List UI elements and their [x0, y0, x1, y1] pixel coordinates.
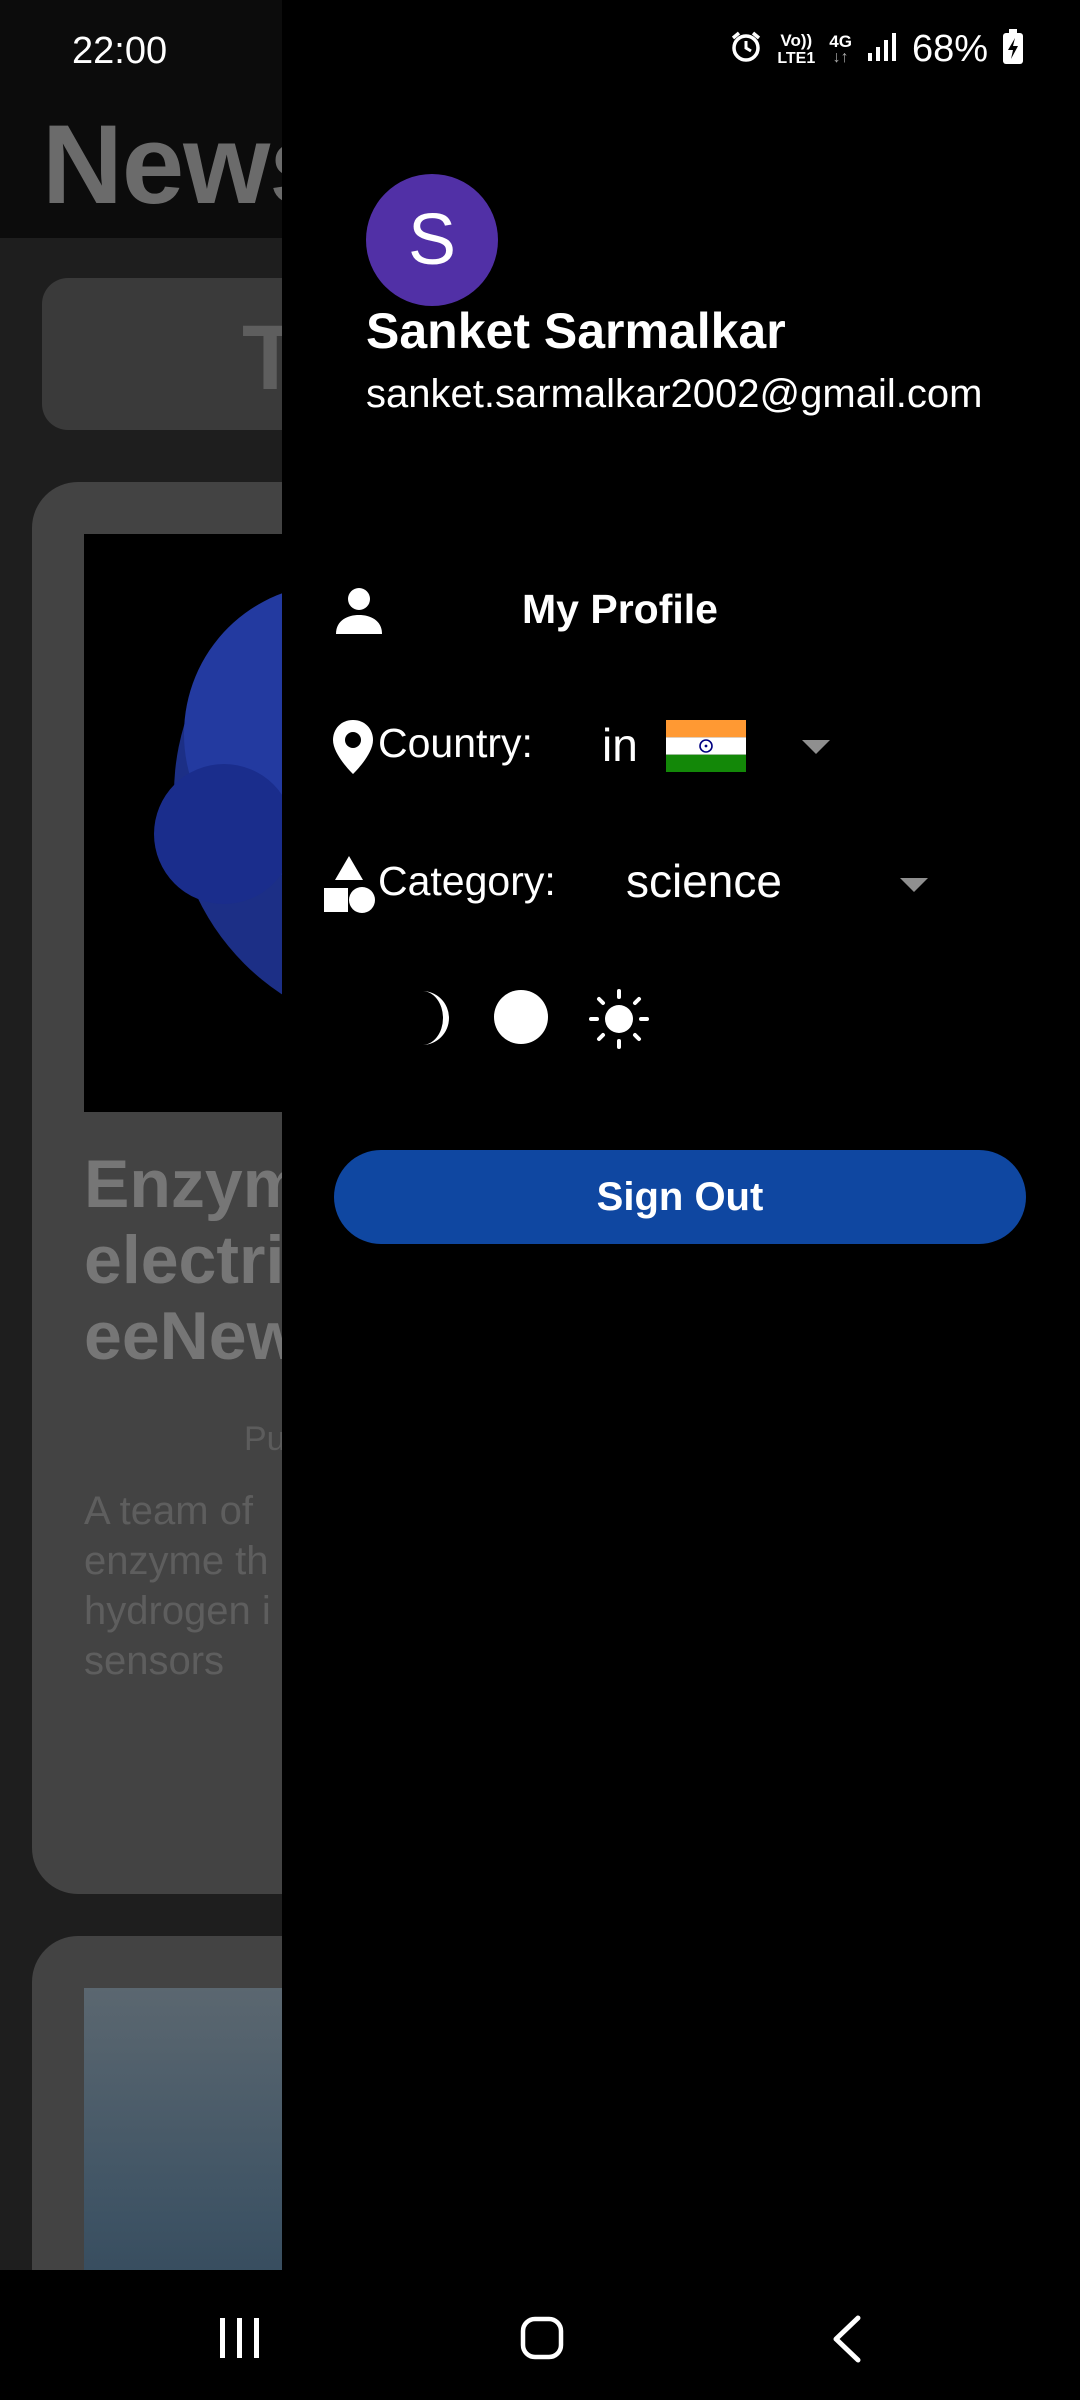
back-icon[interactable]	[828, 2314, 864, 2364]
user-email: sanket.sarmalkar2002@gmail.com	[366, 372, 983, 416]
chevron-down-icon[interactable]	[802, 740, 830, 754]
sign-out-button[interactable]: Sign Out	[334, 1150, 1026, 1244]
category-dropdown[interactable]: science	[626, 854, 782, 908]
network-type-icon: 4G ↓↑	[829, 31, 852, 66]
user-name: Sanket Sarmalkar	[366, 303, 786, 359]
alarm-icon	[729, 30, 763, 69]
status-icons: Vo)) LTE1 4G ↓↑ 68%	[729, 28, 1024, 71]
lte-label: LTE1	[777, 49, 816, 67]
shapes-icon	[322, 854, 376, 916]
country-label: Country:	[378, 720, 533, 766]
volte-label: Vo))	[780, 30, 813, 50]
india-flag-icon	[666, 720, 746, 772]
category-label: Category:	[378, 858, 556, 904]
my-profile-label: My Profile	[522, 586, 718, 632]
sun-icon	[588, 988, 650, 1050]
location-pin-icon	[330, 718, 376, 776]
theme-switch[interactable]	[412, 982, 712, 1054]
avatar[interactable]: S	[366, 174, 498, 306]
person-icon	[332, 584, 386, 638]
moon-icon	[412, 988, 466, 1048]
navigation-drawer: S Sanket Sarmalkar sanket.sarmalkar2002@…	[282, 0, 1080, 2270]
chevron-down-icon[interactable]	[900, 878, 928, 892]
recents-icon[interactable]	[218, 2316, 262, 2360]
country-dropdown[interactable]: in	[602, 718, 638, 772]
article-published: Pu	[244, 1420, 286, 1458]
status-bar: 22:00 Vo)) LTE1 4G ↓↑ 68%	[0, 0, 1080, 104]
network-type-label: 4G	[829, 31, 852, 51]
battery-charging-icon	[1002, 29, 1024, 70]
status-time: 22:00	[72, 30, 168, 72]
battery-percent: 68%	[911, 28, 988, 70]
home-icon[interactable]	[520, 2316, 564, 2360]
system-nav-bar	[0, 2270, 1080, 2400]
my-profile-menu-item[interactable]: My Profile	[322, 566, 1022, 656]
signal-icon	[866, 31, 898, 68]
country-row: Country: in	[322, 700, 1042, 790]
category-row: Category: science	[322, 838, 1042, 928]
network-volte-icon: Vo)) LTE1	[777, 30, 816, 68]
theme-toggle-knob[interactable]	[494, 990, 548, 1044]
